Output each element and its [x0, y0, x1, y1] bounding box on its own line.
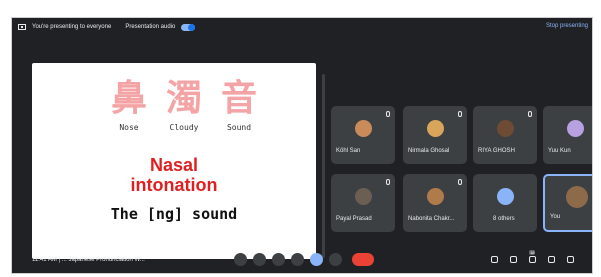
participant-grid: Köhl San Nirmala Ghosal RIYA GHOSH Yuu K… [331, 106, 592, 236]
presentation-bar: You're presenting to everyone Presentati… [12, 18, 592, 36]
people-icon[interactable] [510, 256, 517, 263]
avatar [567, 120, 584, 137]
participant-name: Yuu Kun [548, 148, 571, 154]
end-call-icon[interactable] [352, 253, 374, 266]
avatar [427, 188, 444, 205]
participant-name: Nabonita Chakr... [408, 216, 455, 222]
avatar [427, 120, 444, 137]
captions-icon[interactable] [272, 253, 285, 266]
kanji-char: 濁 [165, 78, 202, 119]
mic-muted-icon [386, 111, 390, 117]
kanji-item: 鼻 Nose [104, 78, 154, 133]
participant-tile[interactable]: RIYA GHOSH [473, 106, 537, 164]
others-tile[interactable]: 8 others [473, 174, 537, 232]
mic-muted-icon [386, 179, 390, 185]
participant-name: Nirmala Ghosal [408, 148, 450, 154]
participant-tile[interactable]: Nabonita Chakr... [403, 174, 467, 232]
participant-name: Köhl San [336, 148, 361, 154]
presentation-audio-toggle[interactable] [181, 23, 196, 31]
avatar [497, 120, 514, 137]
host-controls-icon[interactable] [567, 256, 574, 263]
participant-tile[interactable]: Köhl San [331, 106, 395, 164]
presentation-audio-label: Presentation audio [125, 24, 176, 30]
self-tile[interactable]: You [543, 174, 592, 232]
kanji-label: Sound [226, 123, 252, 132]
avatar [355, 120, 372, 137]
participant-tile[interactable]: Yuu Kun [543, 106, 592, 164]
chat-icon[interactable] [529, 256, 536, 263]
participants-count-badge: 16 [529, 250, 536, 255]
meeting-info: 11:41 AM | ... Japanese Pronunciation W.… [32, 257, 145, 263]
mic-muted-icon [458, 179, 462, 185]
activities-icon[interactable] [548, 256, 555, 263]
kanji-item: 音 Sound [214, 78, 264, 133]
kanji-row: 鼻 Nose 濁 Cloudy 音 Sound [104, 78, 264, 133]
mic-muted-icon [458, 111, 462, 117]
camera-icon[interactable] [253, 253, 266, 266]
kanji-label: Cloudy [169, 123, 199, 132]
participant-tile[interactable]: Payal Prasad [331, 174, 395, 232]
participant-name: You [550, 214, 561, 220]
more-options-icon[interactable] [329, 253, 342, 266]
raise-hand-icon[interactable] [291, 253, 304, 266]
mic-icon[interactable] [234, 253, 247, 266]
slide-title-line2: intonation [130, 175, 218, 195]
avatar [355, 188, 372, 205]
slide-scrollbar[interactable] [322, 74, 325, 258]
shared-slide: 鼻 Nose 濁 Cloudy 音 Sound Nasal intonation… [32, 63, 316, 259]
kanji-char: 音 [220, 78, 257, 119]
slide-title-line1: Nasal [149, 155, 199, 175]
participant-tile[interactable]: Nirmala Ghosal [403, 106, 467, 164]
mic-muted-icon [528, 111, 532, 117]
control-bar: 11:41 AM | ... Japanese Pronunciation W.… [12, 247, 592, 273]
kanji-char: 鼻 [110, 78, 147, 119]
others-count: 8 others [493, 216, 515, 222]
participant-name: Payal Prasad [336, 216, 372, 222]
slide-subtitle: The [ng] sound [110, 205, 238, 223]
participant-name: RIYA GHOSH [478, 148, 515, 154]
presenting-status-text: You're presenting to everyone [32, 24, 112, 30]
slide-title: Nasal intonation [32, 155, 316, 195]
present-icon[interactable] [310, 253, 323, 266]
meeting-window: You're presenting to everyone Presentati… [12, 18, 592, 273]
stop-presenting-button[interactable]: Stop presenting [546, 23, 588, 29]
kanji-label: Nose [119, 123, 139, 132]
others-avatar [497, 188, 514, 205]
present-screen-icon [18, 24, 26, 30]
info-icon[interactable] [491, 256, 498, 263]
avatar [566, 186, 588, 208]
kanji-item: 濁 Cloudy [159, 78, 209, 133]
